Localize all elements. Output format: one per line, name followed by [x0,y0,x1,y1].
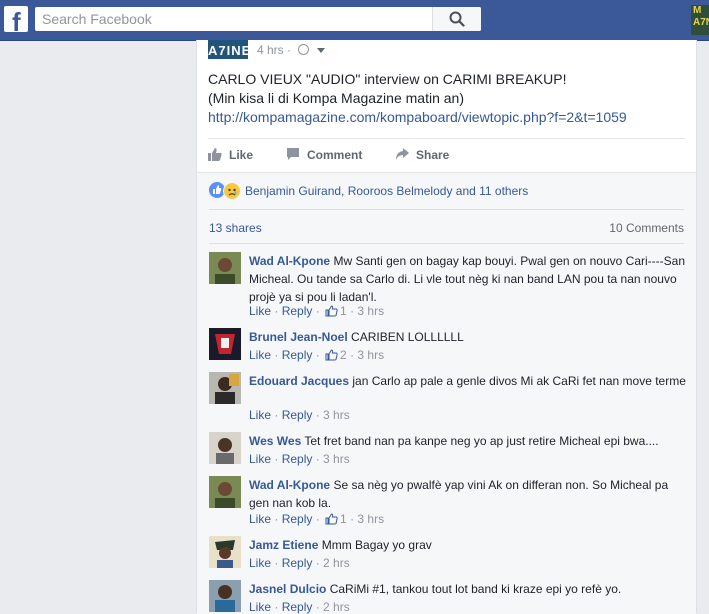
comment-time[interactable]: 2 hrs [323,600,350,614]
search-input[interactable] [35,7,442,31]
comment-time[interactable]: 3 hrs [357,348,384,362]
comment-actions: Like · Reply · 1 · 3 hrs [249,304,385,318]
comment-body: Jamz Etiene Mmm Bagay yo grav [249,536,689,554]
post-meta: 4 hrs · [257,43,325,57]
comment-author[interactable]: Jasnel Dulcio [249,582,326,596]
post-actions: Like Comment Share [208,146,685,164]
comment-author[interactable]: Wad Al-Kpone [249,254,330,268]
post-link[interactable]: http://kompamagazine.com/kompaboard/view… [208,109,627,125]
sad-reaction-icon [223,182,241,200]
comment-time[interactable]: 3 hrs [323,452,350,466]
comment-body: Wes Wes Tet fret band nan pa kanpe neg y… [249,432,689,450]
comment-text: CaRiMi #1, tankou tout lot band ki kraze… [329,582,622,596]
comment-author[interactable]: Wad Al-Kpone [249,478,330,492]
comment-author[interactable]: Wes Wes [249,434,301,448]
thumbs-up-icon [208,148,222,161]
thumbs-up-icon [325,513,338,525]
avatar[interactable] [209,536,241,568]
comment-author[interactable]: Brunel Jean-Noel [249,330,348,344]
avatar[interactable] [209,476,241,508]
comment-reply-link[interactable]: Reply [282,600,313,614]
post-card: A7INE 4 hrs · CARLO VIEUX "AUDIO" interv… [196,40,697,614]
comments-section: Benjamin Guirand, Rooroos Belmelody and … [197,172,696,614]
comment-time[interactable]: 3 hrs [357,512,384,526]
comment-time[interactable]: 3 hrs [323,408,350,422]
avatar[interactable] [209,432,241,464]
globe-icon [298,44,310,55]
comment-like-count[interactable]: 1 [340,304,347,318]
comment-reply-link[interactable]: Reply [282,452,313,466]
divider [209,243,684,244]
comment-author[interactable]: Edouard Jacques [249,374,349,388]
comment-text: CARIBEN LOLLLLLL [351,330,464,344]
page-avatar[interactable]: A7INE [208,40,248,59]
comment-like-count[interactable]: 1 [340,512,347,526]
comment-like-link[interactable]: Like [249,304,271,318]
comment-reply-link[interactable]: Reply [282,348,313,362]
comment-like-link[interactable]: Like [249,556,271,570]
comment-actions: Like · Reply · 3 hrs [249,408,350,422]
corner-thumb-text: M A7N [693,5,709,28]
search-button[interactable] [432,7,481,31]
profile-thumbnail[interactable]: M A7N [691,5,709,35]
thumbs-up-icon [325,349,338,361]
comment-text: jan Carlo ap pale a genle divos Mi ak Ca… [352,374,686,388]
avatar[interactable] [209,328,241,360]
comment-body: Wad Al-Kpone Mw Santi gen on bagay kap b… [249,252,689,306]
avatar[interactable] [209,580,241,612]
comment-reply-link[interactable]: Reply [282,512,313,526]
post-text: CARLO VIEUX "AUDIO" interview on CARIMI … [208,70,688,127]
comment-reply-link[interactable]: Reply [282,304,313,318]
avatar[interactable] [209,252,241,284]
comment-icon [287,148,299,160]
comment-body: Edouard Jacques jan Carlo ap pale a genl… [249,372,689,390]
comment-like-link[interactable]: Like [249,452,271,466]
comment-time[interactable]: 3 hrs [357,304,384,318]
comment-author[interactable]: Jamz Etiene [249,538,318,552]
thumbs-up-icon [325,305,338,317]
post-time[interactable]: 4 hrs [257,43,284,57]
comment-like-link[interactable]: Like [249,512,271,526]
comment-reply-link[interactable]: Reply [282,556,313,570]
divider [208,138,685,139]
chevron-down-icon[interactable] [316,48,325,53]
comment-body: Jasnel Dulcio CaRiMi #1, tankou tout lot… [249,580,689,598]
share-icon [396,148,409,160]
comment-reply-link[interactable]: Reply [282,408,313,422]
top-navigation-bar: f M A7N [0,0,709,41]
comment-body: Brunel Jean-Noel CARIBEN LOLLLLLL [249,328,689,346]
comment-actions: Like · Reply · 2 hrs [249,600,350,614]
avatar[interactable] [209,372,241,404]
comment-time[interactable]: 2 hrs [323,556,350,570]
divider [209,209,684,210]
comment-body: Wad Al-Kpone Se sa nèg yo pwalfè yap vin… [249,476,689,512]
comment-like-link[interactable]: Like [249,408,271,422]
facebook-logo-icon[interactable]: f [4,6,28,32]
comment-actions: Like · Reply · 2 · 3 hrs [249,348,385,362]
comment-like-link[interactable]: Like [249,348,271,362]
comments-count[interactable]: 10 Comments [609,221,684,235]
comment-like-link[interactable]: Like [249,600,271,614]
comment-text: Mmm Bagay yo grav [321,538,432,552]
reactions-names[interactable]: Benjamin Guirand, Rooroos Belmelody and … [245,184,528,198]
post-line-2: (Min kisa li di Kompa Magazine matin an) [208,90,464,106]
comment-actions: Like · Reply · 3 hrs [249,452,350,466]
comment-text: Tet fret band nan pa kanpe neg yo ap jus… [304,434,659,448]
comment-like-count[interactable]: 2 [340,348,347,362]
search-icon [449,11,465,27]
comment-actions: Like · Reply · 1 · 3 hrs [249,512,385,526]
shares-count[interactable]: 13 shares [209,221,262,235]
search-box [35,7,481,31]
post-line-1: CARLO VIEUX "AUDIO" interview on CARIMI … [208,71,567,87]
comment-actions: Like · Reply · 2 hrs [249,556,350,570]
